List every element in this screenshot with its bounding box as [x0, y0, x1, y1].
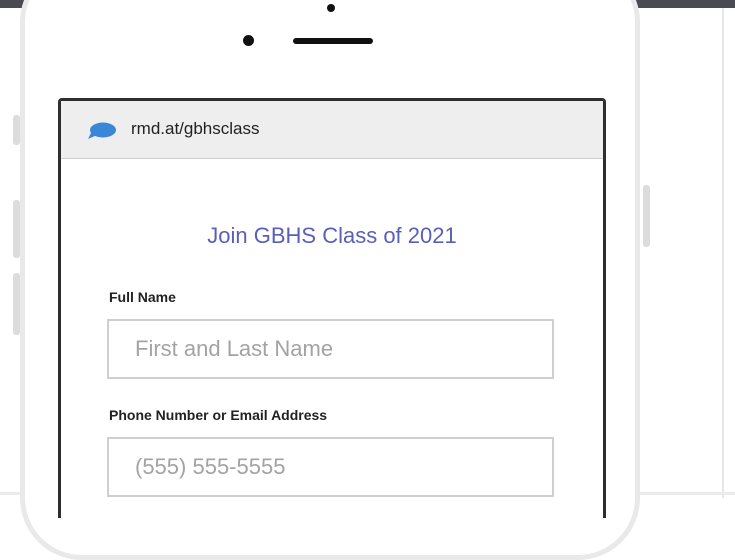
- power-button: [643, 185, 650, 247]
- volume-up-button: [13, 200, 20, 258]
- camera: [243, 35, 254, 46]
- address-bar[interactable]: rmd.at/gbhsclass: [61, 101, 603, 159]
- contact-input[interactable]: [107, 437, 554, 497]
- mute-switch: [13, 115, 20, 145]
- url-text: rmd.at/gbhsclass: [131, 119, 260, 138]
- chat-bubble-icon: [88, 122, 116, 139]
- divider: [722, 8, 724, 498]
- phone-screen: rmd.at/gbhsclass Join GBHS Class of 2021…: [58, 98, 606, 518]
- volume-down-button: [13, 273, 20, 335]
- full-name-label: Full Name: [109, 289, 176, 305]
- contact-label: Phone Number or Email Address: [109, 407, 328, 423]
- full-name-input[interactable]: [107, 319, 554, 379]
- sensor-dot: [327, 4, 335, 12]
- speaker: [293, 38, 373, 44]
- form-title: Join GBHS Class of 2021: [207, 223, 457, 248]
